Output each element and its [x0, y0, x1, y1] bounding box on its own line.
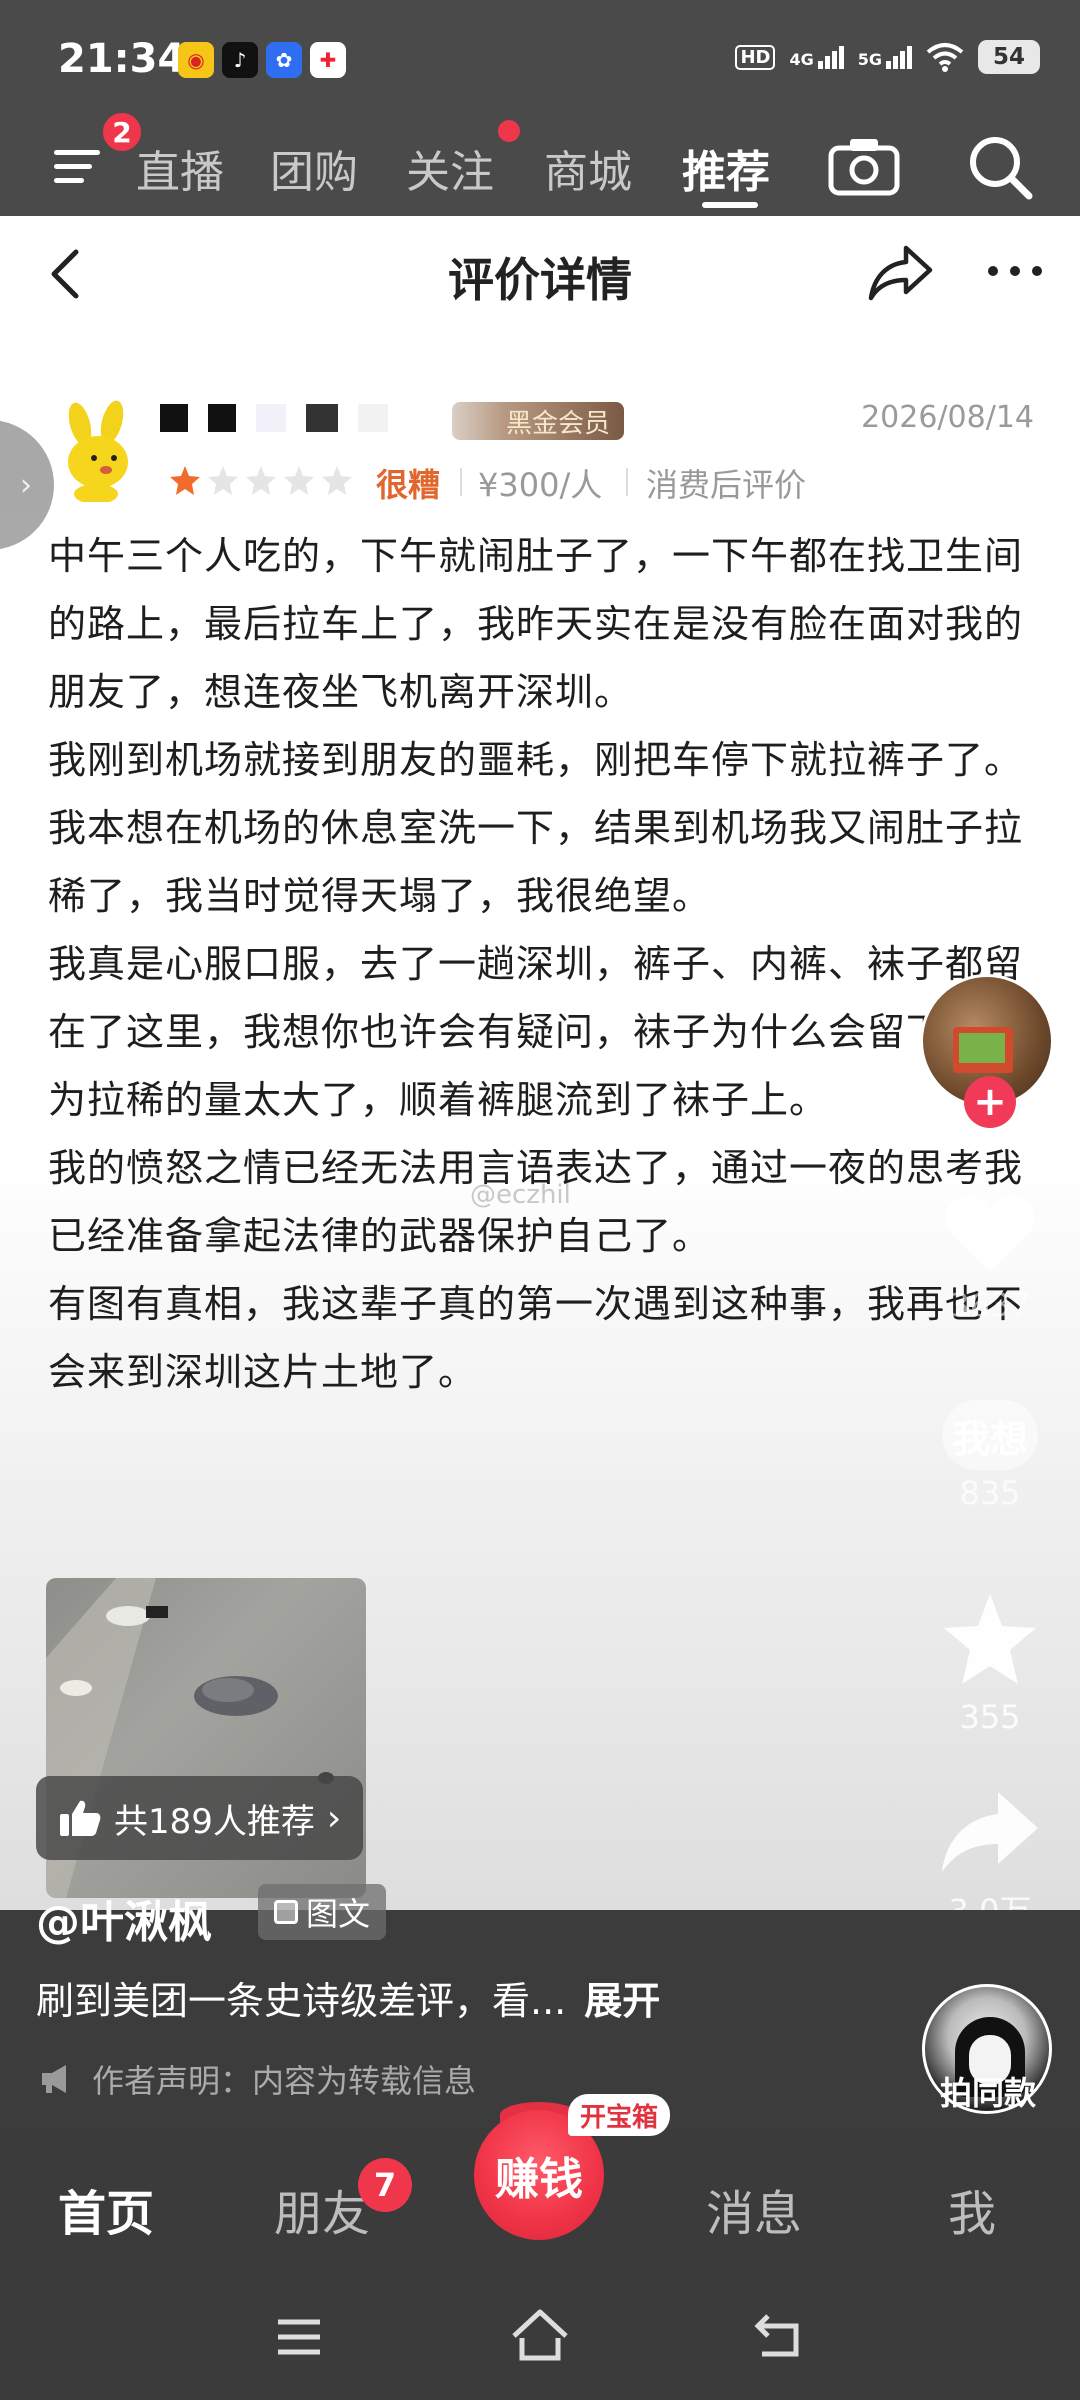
- favorite-count: 355: [959, 1698, 1021, 1736]
- recents-icon[interactable]: [274, 2316, 324, 2358]
- status-bar: 21:34 ◉ ♪ ✿ ✚ HD 4G 5G 54: [0, 0, 1080, 118]
- share-icon[interactable]: [866, 242, 936, 302]
- home-nav-icon[interactable]: [510, 2308, 570, 2362]
- thumbs-up-icon: [60, 1800, 101, 1836]
- same-style-button[interactable]: 拍同款: [928, 2068, 1048, 2114]
- tab-following[interactable]: 关注: [406, 136, 494, 200]
- heart-icon: [945, 1195, 1035, 1272]
- image-text-icon: [274, 1900, 298, 1924]
- tab-mall[interactable]: 商城: [544, 136, 632, 200]
- expand-link[interactable]: 展开: [584, 1979, 660, 2023]
- comment-count: 835: [959, 1474, 1021, 1512]
- member-badge: 黑金会员: [452, 402, 625, 440]
- post-caption[interactable]: 刷到美团一条史诗级差评，看... 展开: [36, 1970, 660, 2025]
- friends-badge: 7: [358, 2158, 412, 2212]
- tab-friends[interactable]: 朋友: [274, 2174, 370, 2244]
- network-5g-label: 5G: [857, 49, 882, 69]
- review-paragraph: 我真是心服口服，去了一趟深圳，裤子、内裤、袜子都留在了这里，我想你也许会有疑问，…: [48, 942, 1024, 1122]
- reviewer-avatar[interactable]: [56, 400, 142, 502]
- recommend-button[interactable]: 共189人推荐 ›: [36, 1776, 364, 1860]
- divider: [460, 468, 462, 496]
- status-app-icons: ◉ ♪ ✿ ✚: [178, 42, 346, 78]
- pinduoduo-icon: ✚: [310, 42, 346, 78]
- comment-bubble-icon: 我想: [942, 1400, 1038, 1470]
- comment-label: 我想: [951, 1416, 1028, 1461]
- rating-word: 很糟: [376, 466, 441, 504]
- review-paragraph: 有图有真相，我这辈子真的第一次遇到这种事，我再也不会来到深圳这片土地了。: [48, 1282, 1024, 1394]
- share-arrow-icon: [942, 1792, 1038, 1872]
- back-nav-icon[interactable]: [752, 2310, 804, 2360]
- divider: [626, 468, 628, 496]
- like-count: 3637: [949, 1286, 1031, 1324]
- watermark: @eczhil: [470, 1180, 571, 1210]
- caption-text: 刷到美团一条史诗级差评，看...: [36, 1979, 567, 2023]
- review-paragraph: 我刚到机场就接到朋友的噩耗，刚把车停下就拉裤子了。: [48, 738, 1024, 782]
- reviewer-name-redacted: [160, 404, 408, 432]
- review-detail-page: 评价详情 › 黑金会员 2026/08/14 很糟 ¥300/人 消费后评价 中…: [0, 216, 1080, 1930]
- camera-icon[interactable]: [828, 136, 900, 196]
- favorite-button[interactable]: 355: [930, 1590, 1050, 1736]
- detail-header: 评价详情: [0, 216, 1080, 326]
- system-nav-bar: [0, 2278, 1080, 2400]
- post-type-tag: 图文: [258, 1884, 387, 1940]
- baidu-icon: ✿: [266, 42, 302, 78]
- star-rating: [168, 464, 354, 498]
- review-date: 2026/08/14: [861, 400, 1034, 435]
- wifi-icon: [926, 43, 964, 72]
- side-drawer-handle[interactable]: ›: [0, 420, 54, 550]
- tab-group-buy[interactable]: 团购: [270, 136, 358, 200]
- like-button[interactable]: 3637: [930, 1188, 1050, 1324]
- review-text: 中午三个人吃的，下午就闹肚子了，一下午都在找卫生间的路上，最后拉车上了，我昨天实…: [48, 522, 1048, 1406]
- follow-button[interactable]: +: [964, 1076, 1016, 1128]
- open-treasure-badge[interactable]: 开宝箱: [568, 2094, 671, 2136]
- signal-4g-icon: 4G: [789, 45, 844, 69]
- more-options-button[interactable]: [988, 264, 1042, 278]
- star-empty-icon: [322, 466, 352, 495]
- author-statement: 作者声明：内容为转载信息: [40, 2056, 476, 2102]
- douyin-icon: ♪: [222, 42, 258, 78]
- tab-me[interactable]: 我: [948, 2174, 996, 2244]
- tab-messages[interactable]: 消息: [706, 2174, 802, 2244]
- hd-indicator: HD: [735, 44, 776, 70]
- signal-5g-icon: 5G: [857, 45, 912, 69]
- chevron-right-icon: ›: [326, 1797, 342, 1839]
- megaphone-icon: [42, 2065, 66, 2093]
- battery-indicator: 54: [978, 40, 1040, 74]
- post-type-label: 图文: [306, 1895, 371, 1933]
- tab-live[interactable]: 直播: [136, 136, 224, 200]
- statement-text: 作者声明：内容为转载信息: [92, 2062, 477, 2100]
- tab-recommend[interactable]: 推荐: [682, 136, 770, 200]
- status-time: 21:34: [58, 36, 186, 82]
- network-4g-label: 4G: [789, 49, 814, 69]
- review-paragraph: 我本想在机场的休息室洗一下，结果到机场我又闹肚子拉稀了，我当时觉得天塌了，我很绝…: [48, 806, 1024, 918]
- author-name[interactable]: @叶湫枫: [36, 1886, 212, 1950]
- weibo-icon: ◉: [178, 42, 214, 78]
- consume-note: 消费后评价: [646, 466, 807, 504]
- star-filled-icon: [170, 466, 200, 495]
- status-right: HD 4G 5G 54: [735, 40, 1040, 74]
- following-dot: [498, 120, 520, 142]
- active-tab-underline: [702, 202, 758, 208]
- search-icon[interactable]: [965, 132, 1035, 202]
- price-per-person: ¥300/人: [478, 466, 603, 504]
- star-empty-icon: [246, 466, 276, 495]
- star-favorite-icon: [944, 1594, 1036, 1684]
- menu-button[interactable]: [50, 140, 106, 190]
- comment-button[interactable]: 我想 835: [930, 1400, 1050, 1512]
- review-paragraph: 中午三个人吃的，下午就闹肚子了，一下午都在找卫生间的路上，最后拉车上了，我昨天实…: [48, 534, 1024, 714]
- recommend-count: 共189人推荐: [114, 1801, 315, 1842]
- screen: 21:34 ◉ ♪ ✿ ✚ HD 4G 5G 54 2 直播 团购 关注 商城 …: [0, 0, 1080, 2400]
- star-empty-icon: [284, 466, 314, 495]
- top-nav: 2 直播 团购 关注 商城 推荐: [0, 110, 1080, 216]
- tab-home[interactable]: 首页: [58, 2174, 154, 2244]
- star-empty-icon: [208, 466, 238, 495]
